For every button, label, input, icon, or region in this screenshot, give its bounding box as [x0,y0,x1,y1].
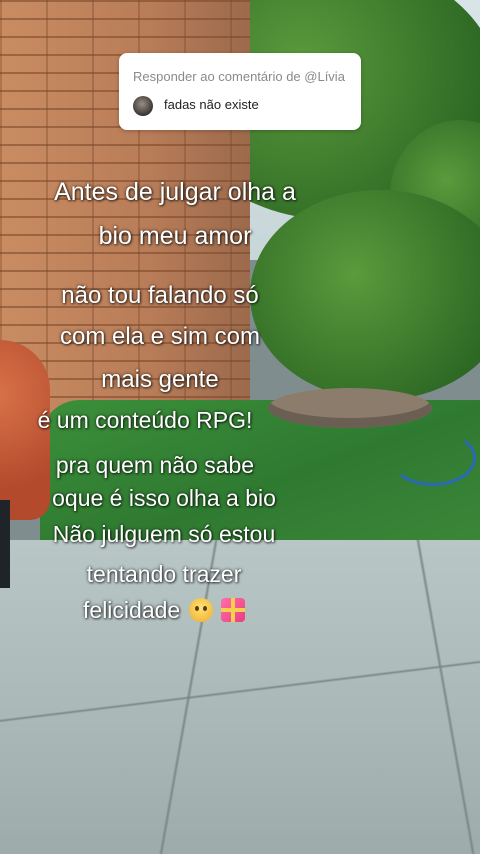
reply-comment-text: fadas não existe [164,97,259,112]
tiled-floor [0,540,480,854]
caption-line: mais gente [101,366,219,393]
garden-hose [390,430,476,486]
caption-line-last: felicidade [14,598,314,622]
comment-reply-sticker[interactable]: Responder ao comentário de @Lívia fadas … [119,53,361,130]
caption-line: Antes de julgar olha a [54,178,296,206]
chair-leg [0,500,10,588]
avatar [133,96,153,116]
caption-line: tentando trazer [86,561,242,587]
caption-line: não tou falando só [61,282,259,309]
caption-line: bio meu amor [98,222,252,250]
caption-line: é um conteúdo RPG! [37,407,253,433]
tree-planter [268,388,432,428]
caption-line: Não julguem só estou [52,521,276,547]
caption-text: felicidade [83,597,181,623]
heart-with-ribbon-icon [220,598,245,622]
caption-line: com ela e sim com [59,323,261,350]
caption-line: pra quem não sabe [55,452,255,478]
caption-line: oque é isso olha a bio [52,485,276,511]
reply-header: Responder ao comentário de @Lívia [133,69,345,84]
smiling-face-with-tear-icon [188,598,213,622]
